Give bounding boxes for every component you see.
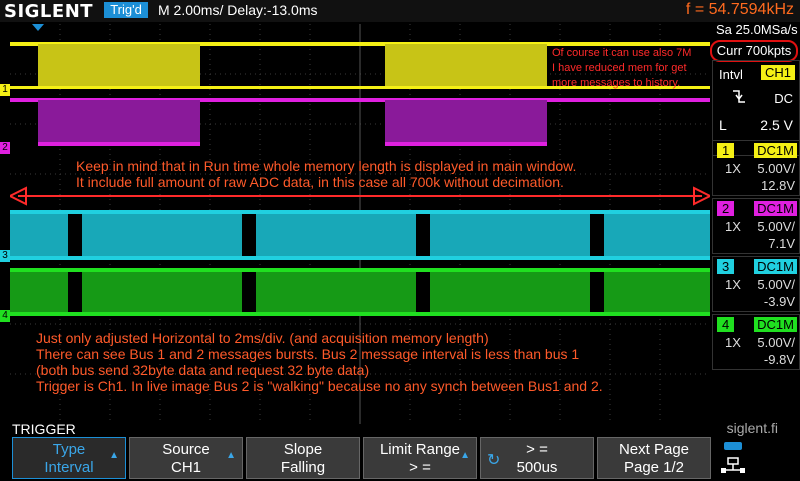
trigger-status-badge: Trig'd: [104, 2, 148, 18]
siglent-logo: SIGLENT: [4, 1, 94, 22]
annotation-line: It include full amount of raw ADC data, …: [76, 174, 564, 190]
trigger-falling-edge-icon: [731, 89, 747, 109]
menu-title: TRIGGER: [12, 421, 76, 437]
menu-arrow-icon: ▲: [226, 450, 236, 461]
softkey-limit-range[interactable]: Limit Range > = ▲: [363, 437, 477, 479]
ch1-offset: 12.8V: [761, 178, 795, 193]
annotation-bus-note: Just only adjusted Horizontal to 2ms/div…: [36, 330, 603, 394]
ch1-info-box[interactable]: 1 DC1M 1X 5.00V/ 12.8V: [712, 140, 800, 196]
softkey-value: > =: [409, 459, 431, 476]
ch2-probe: 1X: [725, 219, 741, 234]
watermark: siglent.fi: [726, 420, 778, 436]
annotation-line: Just only adjusted Horizontal to 2ms/div…: [36, 330, 489, 346]
frequency-counter: f = 54.7594kHz: [685, 1, 794, 18]
menu-arrow-icon: ▲: [109, 450, 119, 461]
right-info-panel: Sa 25.0MSa/s Curr 700kpts Intvl CH1 DC L…: [710, 22, 800, 420]
ch4-offset: -9.8V: [763, 352, 795, 367]
trigger-level-value: 2.5 V: [760, 117, 793, 133]
annotation-line: Of course it can use also 7M: [552, 47, 692, 59]
waveform-display[interactable]: Of course it can use also 7M I have redu…: [10, 24, 710, 424]
softkey-type[interactable]: Type Interval ▲: [12, 437, 126, 479]
ch2-coupling: DC1M: [754, 201, 797, 216]
ch1-probe: 1X: [725, 161, 741, 176]
menu-arrow-icon: ▲: [460, 450, 470, 461]
ch4-marker[interactable]: 4: [0, 310, 10, 322]
ch3-number: 3: [717, 259, 735, 274]
memory-depth[interactable]: Curr 700kpts: [710, 40, 798, 62]
softkey-label: Slope: [283, 441, 323, 458]
ch1-marker[interactable]: 1: [0, 84, 10, 96]
ch1-coupling: DC1M: [754, 143, 797, 158]
ch4-coupling: DC1M: [754, 317, 797, 332]
softkey-value: Page 1/2: [623, 459, 685, 476]
annotation-line: I have reduced mem for get: [552, 62, 687, 74]
trigger-type: Intvl: [719, 67, 743, 82]
ch3-probe: 1X: [725, 277, 741, 292]
sample-rate: Sa 25.0MSa/s: [716, 22, 798, 37]
softkey-value: Interval: [44, 459, 94, 476]
softkey-source[interactable]: Source CH1 ▲: [129, 437, 243, 479]
status-bar: SIGLENT Trig'd M 2.00ms/ Delay:-13.0ms f…: [0, 0, 800, 22]
ch3-offset: -3.9V: [763, 294, 795, 309]
softkey-value: CH1: [170, 459, 201, 476]
annotation-memory-note: Of course it can use also 7M I have redu…: [552, 46, 691, 91]
timebase-readout[interactable]: M 2.00ms/ Delay:-13.0ms: [158, 2, 318, 18]
ch3-coupling: DC1M: [754, 259, 797, 274]
trigger-level-label: L: [719, 117, 727, 133]
ch1-number: 1: [717, 143, 735, 158]
softkey-label: Next Page: [618, 441, 690, 458]
annotation-line: Trigger is Ch1. In live image Bus 2 is "…: [36, 378, 603, 394]
softkey-slope[interactable]: Slope Falling: [246, 437, 360, 479]
ch3-info-box[interactable]: 3 DC1M 1X 5.00V/ -3.9V: [712, 256, 800, 312]
ch2-number: 2: [717, 201, 735, 216]
softkey-value: Falling: [280, 459, 326, 476]
network-icon: [718, 440, 748, 476]
ch2-vdiv: 5.00V/: [757, 219, 795, 234]
ch4-number: 4: [717, 317, 735, 332]
annotation-line: (both bus send 32byte data and request 3…: [36, 362, 370, 378]
softkey-label: > =: [526, 441, 548, 458]
ch3-vdiv: 5.00V/: [757, 277, 795, 292]
softkey-time-limit[interactable]: ↻ > = 500us: [480, 437, 594, 479]
annotation-line: more messages to history.: [552, 77, 681, 89]
trigger-source: CH1: [760, 65, 795, 80]
ch4-vdiv: 5.00V/: [757, 335, 795, 350]
ch3-marker[interactable]: 3: [0, 250, 10, 262]
annotation-line: There can see Bus 1 and 2 messages burst…: [36, 346, 580, 362]
ch2-offset: 7.1V: [768, 236, 795, 251]
annotation-line: Keep in mind that in Run time whole memo…: [76, 158, 577, 174]
ch1-vdiv: 5.00V/: [757, 161, 795, 176]
softkey-value: 500us: [516, 459, 558, 476]
ch4-probe: 1X: [725, 335, 741, 350]
trigger-coupling: DC: [774, 91, 793, 106]
softkey-next-page[interactable]: Next Page Page 1/2: [597, 437, 711, 479]
ch4-info-box[interactable]: 4 DC1M 1X 5.00V/ -9.8V: [712, 314, 800, 370]
annotation-runtime-note: Keep in mind that in Run time whole memo…: [76, 158, 576, 190]
ch2-marker[interactable]: 2: [0, 142, 10, 154]
ch2-info-box[interactable]: 2 DC1M 1X 5.00V/ 7.1V: [712, 198, 800, 254]
